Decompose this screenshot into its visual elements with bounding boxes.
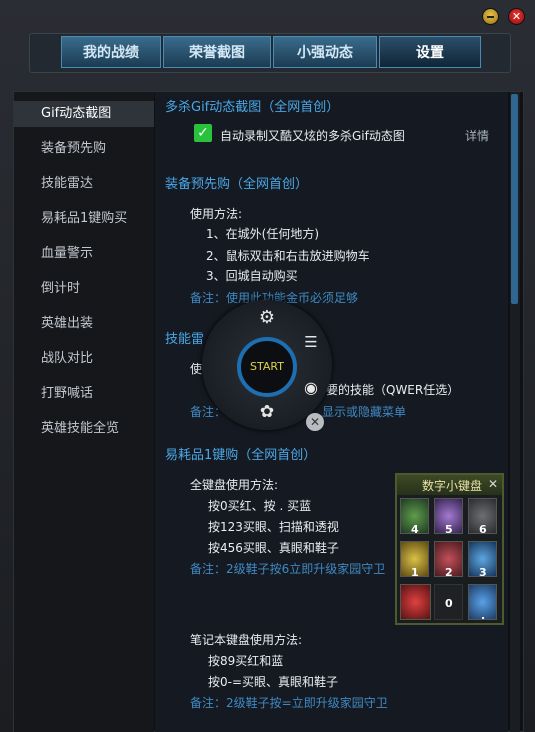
sidebar-item-hero-builds[interactable]: 英雄出装 [14,311,154,337]
numpad-key-6[interactable]: 6 [468,498,497,536]
overlay-close-button[interactable]: ✕ [306,413,324,431]
gif-section-title: 多杀Gif动态截图（全网首创） [165,100,340,115]
numpad-key-0[interactable]: 0 [434,584,463,620]
numpad-key-1[interactable]: 1 [400,541,429,579]
numpad-key-dot[interactable]: . [468,584,497,622]
prebuy-step-1: 1、在城外(任何地方) [206,227,319,241]
gif-auto-record-label: 自动录制又酷又炫的多杀Gif动态图 [220,129,405,143]
gif-auto-record-checkbox[interactable]: ✓ [194,124,212,142]
numpad-key-5[interactable]: 5 [434,498,463,536]
notebook-keyboard-note: 备注：2级鞋子按=立即升级家园守卫 [190,696,388,710]
prebuy-step-3: 3、回城自动购买 [206,269,298,283]
minimize-button[interactable] [482,8,499,25]
eye-icon[interactable]: ◉ [300,378,322,398]
radar-skill-line: 要的技能（QWER任选） [326,383,460,397]
sidebar-item-consumable-buy[interactable]: 易耗品1键购买 [14,206,154,232]
settings-sidebar: Gif动态截图 装备预先购 技能雷达 易耗品1键购买 血量警示 倒计时 英雄出装… [14,92,154,732]
gear-icon[interactable]: ⚙ [256,308,278,328]
tab-settings[interactable]: 设置 [379,36,481,68]
radar-section-title: 技能雷 [165,332,205,347]
full-keyboard-note: 备注：2级鞋子按6立即升级家园守卫 [190,562,386,576]
prebuy-step-2: 2、鼠标双击和右击放进购物车 [206,249,370,263]
notebook-keyboard-title: 笔记本键盘使用方法: [190,633,303,647]
start-button[interactable]: START [241,341,293,393]
tab-honor-screenshots[interactable]: 荣誉截图 [163,36,271,68]
sidebar-item-skill-radar[interactable]: 技能雷达 [14,171,154,197]
scrollbar-thumb[interactable] [511,94,518,304]
tab-my-records[interactable]: 我的战绩 [61,36,161,68]
full-keyboard-title: 全键盘使用方法: [190,478,279,492]
sidebar-item-gif-screenshot[interactable]: Gif动态截图 [14,101,154,127]
sidebar-item-jungle-shout[interactable]: 打野喊话 [14,381,154,407]
sidebar-item-hero-skills[interactable]: 英雄技能全览 [14,416,154,442]
sidebar-item-health-warning[interactable]: 血量警示 [14,241,154,267]
numpad-key-3[interactable]: 3 [468,541,497,579]
numpad-key-0-icon[interactable] [400,584,431,620]
numpad-key-4[interactable]: 4 [400,498,429,536]
close-button[interactable]: ✕ [508,8,525,25]
radar-note-tail: 显示或隐藏菜单 [322,405,407,419]
consumable-section-title: 易耗品1键购（全网首创） [165,448,317,463]
prebuy-section-title: 装备预先购（全网首创） [165,177,309,192]
numpad-close-button[interactable]: ✕ [488,477,498,491]
full-keyboard-line-1: 按0买红、按 . 买蓝 [208,499,312,513]
gif-details-link[interactable]: 详情 [465,127,489,144]
full-keyboard-line-2: 按123买眼、扫描和透视 [208,520,339,534]
full-keyboard-line-3: 按456买眼、真眼和鞋子 [208,541,339,555]
notebook-keyboard-line-2: 按0-=买眼、真眼和鞋子 [208,675,339,689]
numpad-key-2[interactable]: 2 [434,541,463,579]
tab-xiaoqiang-news[interactable]: 小强动态 [273,36,377,68]
prebuy-usage-label: 使用方法: [190,207,243,221]
flower-icon[interactable]: ✿ [256,402,278,422]
sidebar-item-item-prebuy[interactable]: 装备预先购 [14,136,154,162]
sidebar-item-countdown[interactable]: 倒计时 [14,276,154,302]
sidebar-item-team-compare[interactable]: 战队对比 [14,346,154,372]
radar-usage-label: 使 [190,362,203,376]
numpad-title: 数字小键盘 [422,479,483,493]
notebook-keyboard-line-1: 按89买红和蓝 [208,654,284,668]
list-search-icon[interactable]: ☰ [300,332,322,352]
